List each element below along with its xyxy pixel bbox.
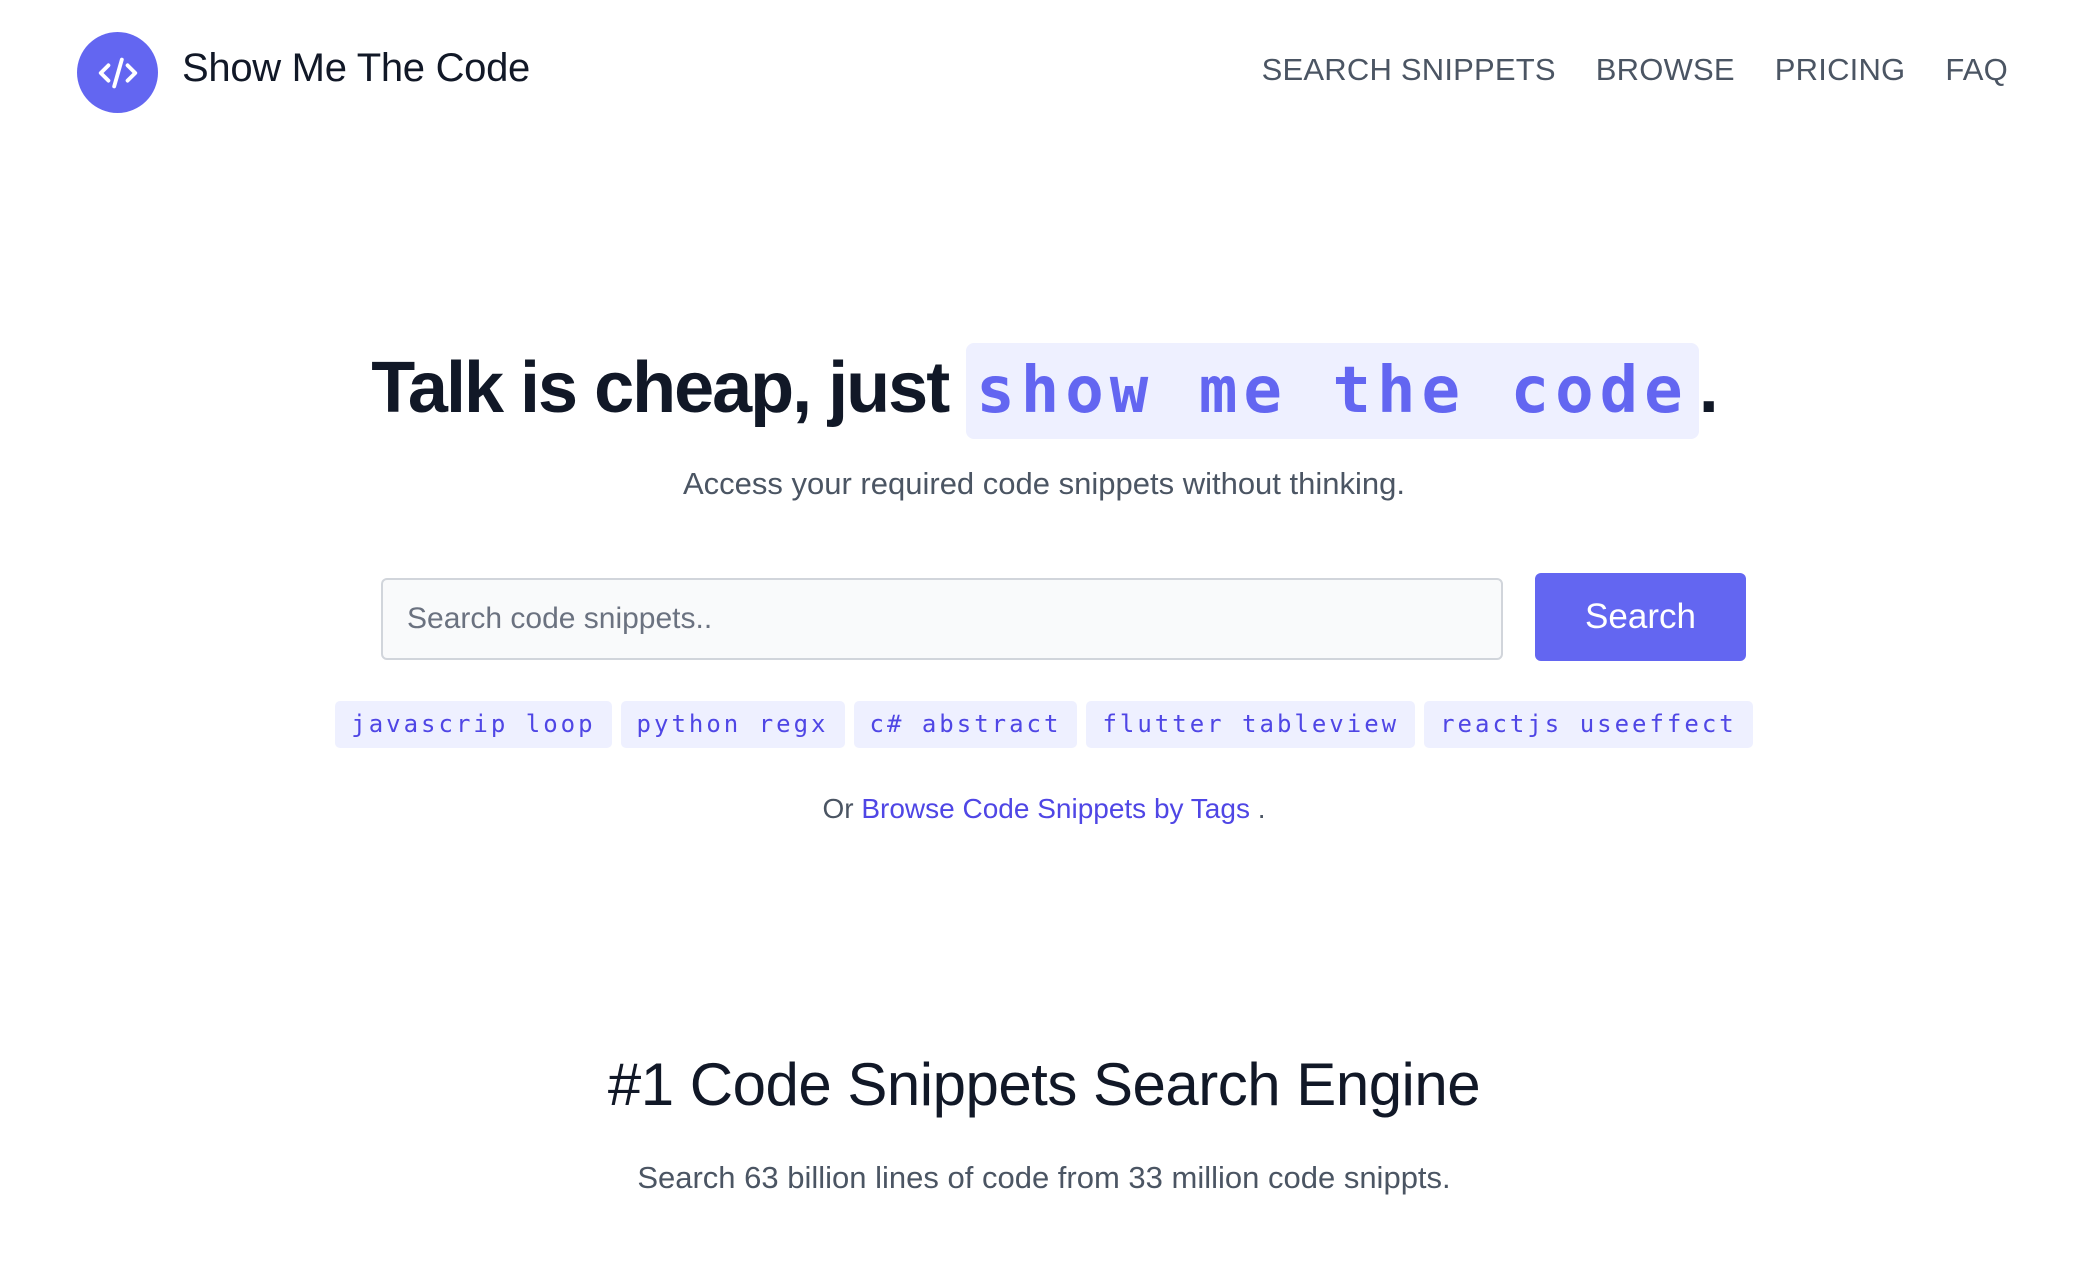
section-subtitle: Search 63 billion lines of code from 33 … bbox=[637, 1160, 1451, 1195]
browse-suffix: . bbox=[1257, 793, 1266, 824]
hero-title: Talk is cheap, just show me the code. bbox=[0, 343, 2088, 439]
section-title: #1 Code Snippets Search Engine bbox=[607, 1051, 1481, 1118]
main-nav: SEARCH SNIPPETS BROWSE PRICING FAQ bbox=[1262, 52, 2008, 88]
tag-flutter-tableview[interactable]: flutter tableview bbox=[1086, 701, 1416, 748]
nav-item-browse[interactable]: BROWSE bbox=[1596, 52, 1735, 88]
hero-title-suffix: . bbox=[1698, 348, 1719, 428]
search-input[interactable] bbox=[381, 578, 1503, 660]
browse-line: Or Browse Code Snippets by Tags . bbox=[0, 793, 2088, 825]
tag-csharp-abstract[interactable]: c# abstract bbox=[853, 701, 1078, 748]
site-header: Show Me The Code SEARCH SNIPPETS BROWSE … bbox=[0, 0, 2088, 145]
hero-subtitle: Access your required code snippets witho… bbox=[682, 466, 1405, 501]
tag-python-regx[interactable]: python regx bbox=[620, 701, 845, 748]
tag-javascript-loop[interactable]: javascrip loop bbox=[335, 701, 612, 748]
search-button[interactable]: Search bbox=[1535, 573, 1746, 661]
tag-reactjs-useeffect[interactable]: reactjs useeffect bbox=[1424, 701, 1753, 748]
hero-title-highlight: show me the code bbox=[966, 343, 1699, 439]
code-brackets-icon[interactable] bbox=[77, 32, 158, 113]
brand-name[interactable]: Show Me The Code bbox=[182, 46, 530, 91]
nav-item-faq[interactable]: FAQ bbox=[1945, 52, 2008, 88]
browse-prefix: Or bbox=[822, 793, 854, 824]
hero-title-prefix: Talk is cheap, just bbox=[371, 348, 950, 428]
browse-tags-link[interactable]: Browse Code Snippets by Tags bbox=[861, 793, 1250, 824]
nav-item-search-snippets[interactable]: SEARCH SNIPPETS bbox=[1262, 52, 1556, 88]
nav-item-pricing[interactable]: PRICING bbox=[1775, 52, 1906, 88]
suggested-tags: javascrip loop python regx c# abstract f… bbox=[0, 701, 2088, 748]
